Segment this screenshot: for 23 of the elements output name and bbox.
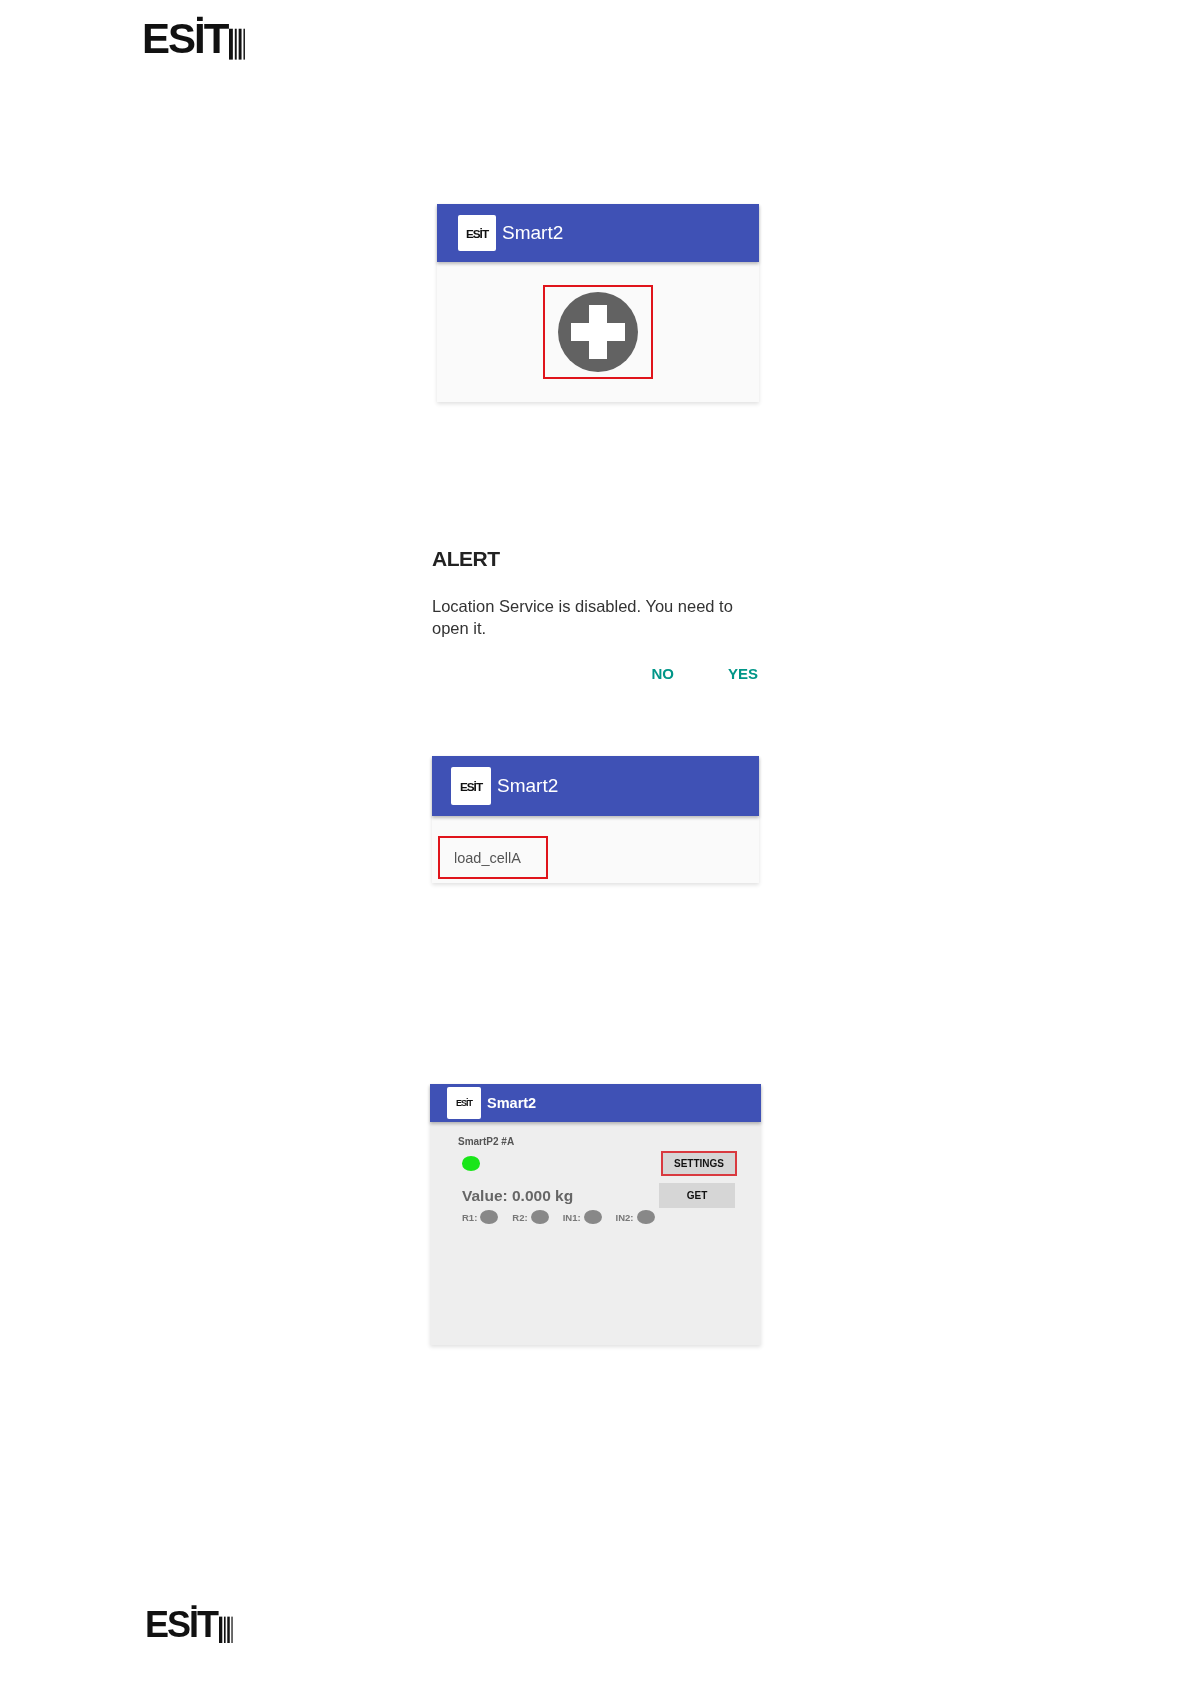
plus-icon [557, 291, 639, 373]
indicator-label: IN2: [615, 1211, 634, 1223]
logo-text: ESİT [145, 1607, 217, 1643]
app-logo: ESİT [451, 767, 491, 805]
settings-button[interactable]: SETTINGS [661, 1151, 737, 1176]
app-title: Smart2 [497, 775, 559, 797]
dialog-button[interactable]: NO [651, 665, 674, 682]
get-button[interactable]: GET [659, 1183, 735, 1208]
indicator-label: R1: [462, 1211, 478, 1223]
add-button[interactable] [543, 285, 653, 379]
dialog-button[interactable]: YES [728, 665, 758, 682]
device-name: SmartP2 #A [458, 1136, 516, 1147]
logo-text: ESİT [142, 18, 228, 60]
alert-title: ALERT [432, 547, 501, 571]
app-logo: ESİT [447, 1086, 481, 1120]
app-logo: ESİT [458, 214, 496, 252]
app-title: Smart2 [487, 1095, 537, 1111]
alert-message: Location Service is disabled. You need to open it. [432, 596, 734, 639]
indicator-label: IN1: [562, 1211, 581, 1223]
device-item[interactable]: load_cellA [438, 836, 548, 879]
weight-value: Value: 0.000 kg [462, 1186, 574, 1205]
indicator-label: R2: [512, 1211, 528, 1223]
app-title: Smart2 [502, 222, 564, 244]
